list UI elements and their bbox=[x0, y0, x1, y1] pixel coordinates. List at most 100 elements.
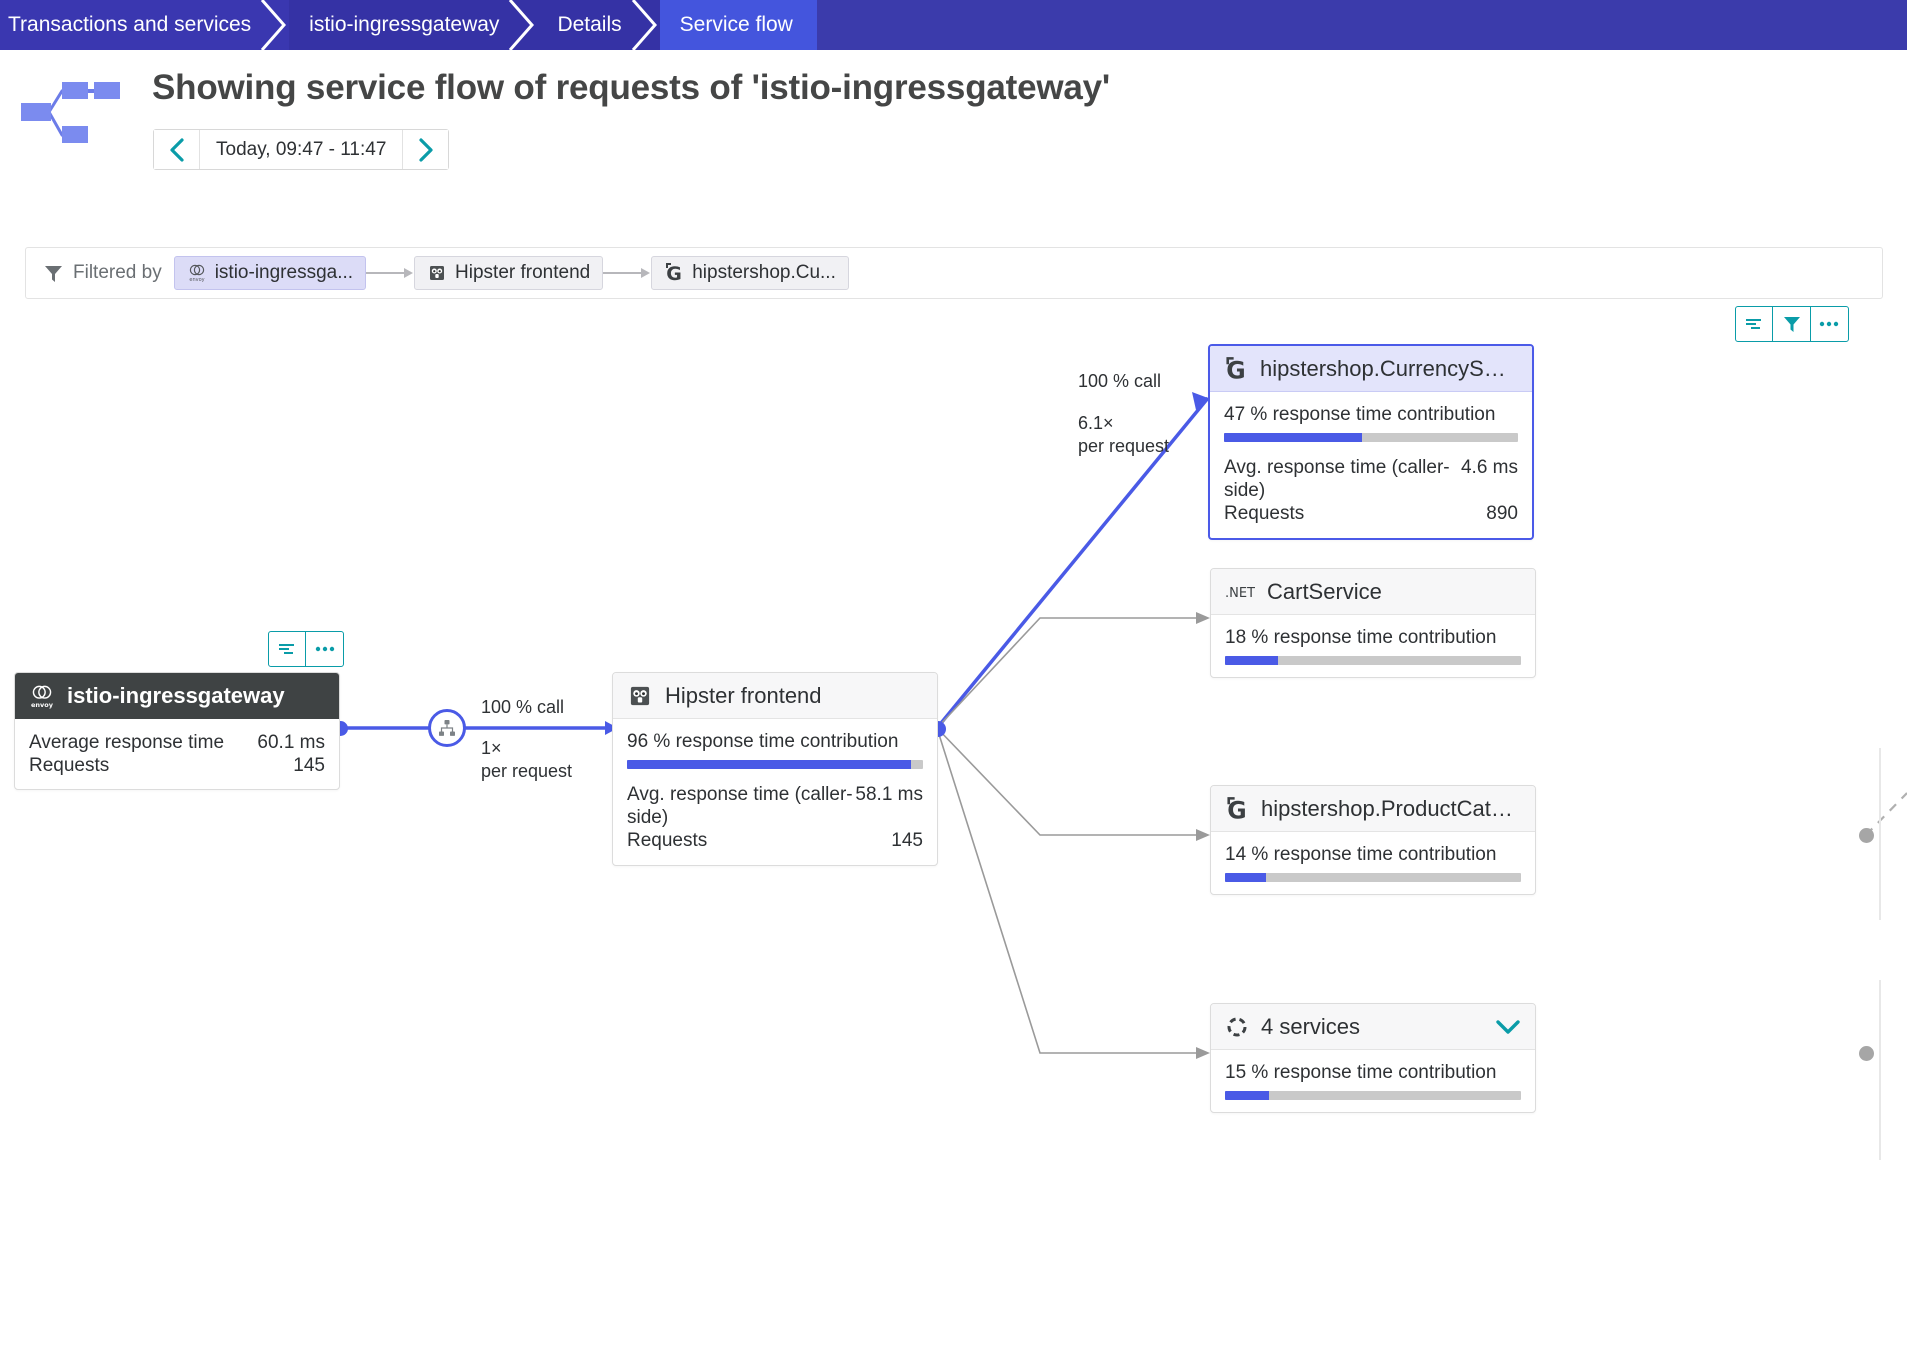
grpc-icon: G bbox=[664, 262, 684, 284]
metric-label: Requests bbox=[627, 829, 707, 852]
time-range-picker: Today, 09:47 - 11:47 bbox=[153, 129, 449, 170]
node-header[interactable]: G hipstershop.CurrencySer... bbox=[1210, 346, 1532, 392]
node-title: hipstershop.CurrencySer... bbox=[1260, 356, 1518, 382]
node-toolbar-currency bbox=[1735, 306, 1849, 342]
analyze-icon[interactable] bbox=[1736, 307, 1773, 341]
metric-value: 145 bbox=[891, 829, 923, 852]
time-prev-button[interactable] bbox=[154, 130, 199, 169]
contribution-bar bbox=[1225, 873, 1521, 882]
edge-call-label-istio-frontend: 100 % call bbox=[481, 696, 564, 719]
node-header[interactable]: .NET CartService bbox=[1211, 569, 1535, 615]
metric-row: Requests 145 bbox=[29, 754, 325, 777]
metric-row: Avg. response time (caller-side) 58.1 ms bbox=[627, 783, 923, 829]
filter-chip-label: istio-ingressga... bbox=[215, 262, 353, 284]
contribution-label: 15 % response time contribution bbox=[1225, 1062, 1521, 1084]
node-header[interactable]: 4 services bbox=[1211, 1004, 1535, 1050]
breadcrumb-item-details[interactable]: Details bbox=[537, 0, 659, 50]
node-toolbar-istio bbox=[268, 631, 344, 667]
breadcrumb-item-istio-ingressgateway[interactable]: istio-ingressgateway bbox=[289, 0, 537, 50]
gopher-icon bbox=[427, 263, 447, 283]
node-title: CartService bbox=[1267, 579, 1382, 605]
node-hipstershop-currencyservice[interactable]: G hipstershop.CurrencySer... 47 % respon… bbox=[1208, 344, 1534, 540]
filter-bar: Filtered by envoy istio-ingressga... bbox=[25, 247, 1883, 299]
node-metrics: Avg. response time (caller-side) 4.6 ms … bbox=[1224, 456, 1518, 526]
edge-rate-value: 6.1× bbox=[1078, 412, 1169, 435]
metric-label: Avg. response time (caller-side) bbox=[627, 783, 855, 829]
metric-row: Requests 145 bbox=[627, 829, 923, 852]
breadcrumb-label: Service flow bbox=[680, 13, 793, 37]
breadcrumb-item-service-flow[interactable]: Service flow bbox=[660, 0, 817, 50]
svg-text:G: G bbox=[1226, 356, 1245, 382]
metric-value: 4.6 ms bbox=[1461, 456, 1518, 502]
connector-dot-product-out bbox=[1859, 828, 1874, 843]
metric-value: 58.1 ms bbox=[855, 783, 923, 829]
metric-label: Requests bbox=[29, 754, 109, 777]
breadcrumb-item-transactions[interactable]: Transactions and services bbox=[0, 0, 289, 50]
grpc-icon: G bbox=[1225, 796, 1249, 822]
contribution-label: 47 % response time contribution bbox=[1224, 404, 1518, 426]
contribution-bar bbox=[1225, 656, 1521, 665]
edge-call-label-frontend-currency: 100 % call bbox=[1078, 370, 1161, 393]
node-cartservice[interactable]: .NET CartService 18 % response time cont… bbox=[1210, 568, 1536, 678]
grpc-icon: G bbox=[1224, 356, 1248, 382]
contribution-bar bbox=[627, 760, 923, 769]
metric-label: Avg. response time (caller-side) bbox=[1224, 456, 1461, 502]
node-body: 14 % response time contribution bbox=[1211, 832, 1535, 894]
edge-rate-value: 1× bbox=[481, 737, 572, 760]
metric-label: Requests bbox=[1224, 502, 1304, 525]
filter-chip-label: Hipster frontend bbox=[455, 262, 590, 284]
node-metrics: Average response time 60.1 ms Requests 1… bbox=[29, 731, 325, 777]
node-hipstershop-productcatalogservice[interactable]: G hipstershop.ProductCatalo... 14 % resp… bbox=[1210, 785, 1536, 895]
filter-icon[interactable] bbox=[1773, 307, 1810, 341]
edge-rate-label-istio-frontend: 1× per request bbox=[481, 737, 572, 782]
time-next-button[interactable] bbox=[403, 130, 448, 169]
chevron-down-icon[interactable] bbox=[1495, 1019, 1521, 1035]
node-header[interactable]: G hipstershop.ProductCatalo... bbox=[1211, 786, 1535, 832]
node-hipster-frontend[interactable]: Hipster frontend 96 % response time cont… bbox=[612, 672, 938, 866]
funnel-icon bbox=[44, 264, 63, 283]
node-header[interactable]: envoy istio-ingressgateway bbox=[15, 673, 339, 719]
more-icon[interactable] bbox=[1811, 307, 1848, 341]
filter-chip-hipstershop-currency[interactable]: G hipstershop.Cu... bbox=[651, 256, 849, 290]
breadcrumb-label: Transactions and services bbox=[8, 13, 251, 37]
breadcrumb-separator-icon bbox=[260, 0, 290, 50]
services-group-icon bbox=[1225, 1015, 1249, 1039]
chevron-left-icon bbox=[168, 137, 186, 163]
breadcrumb-label: istio-ingressgateway bbox=[309, 13, 499, 37]
metric-label: Average response time bbox=[29, 731, 224, 754]
contribution-bar bbox=[1224, 433, 1518, 442]
more-icon[interactable] bbox=[306, 632, 343, 666]
filter-chip-label: hipstershop.Cu... bbox=[692, 262, 836, 284]
node-body: Average response time 60.1 ms Requests 1… bbox=[15, 719, 339, 789]
filter-chip-hipster-frontend[interactable]: Hipster frontend bbox=[414, 256, 603, 290]
contribution-label: 14 % response time contribution bbox=[1225, 844, 1521, 866]
breadcrumb: Transactions and services istio-ingressg… bbox=[0, 0, 1907, 50]
node-istio-ingressgateway[interactable]: envoy istio-ingressgateway Average respo… bbox=[14, 672, 340, 790]
node-body: 47 % response time contribution Avg. res… bbox=[1210, 392, 1532, 538]
edge-rate-label-frontend-currency: 6.1× per request bbox=[1078, 412, 1169, 457]
filter-chain-arrow-icon bbox=[366, 267, 414, 279]
node-title: Hipster frontend bbox=[665, 683, 822, 709]
node-body: 15 % response time contribution bbox=[1211, 1050, 1535, 1112]
node-header[interactable]: Hipster frontend bbox=[613, 673, 937, 719]
metric-value: 145 bbox=[293, 754, 325, 777]
metric-row: Avg. response time (caller-side) 4.6 ms bbox=[1224, 456, 1518, 502]
svg-text:envoy: envoy bbox=[31, 701, 54, 709]
edge-rate-sub: per request bbox=[481, 760, 572, 783]
metric-row: Average response time 60.1 ms bbox=[29, 731, 325, 754]
filter-chip-istio-ingressgateway[interactable]: envoy istio-ingressga... bbox=[174, 256, 366, 290]
analyze-icon[interactable] bbox=[269, 632, 306, 666]
metric-value: 60.1 ms bbox=[257, 731, 325, 754]
edge-rate-sub: per request bbox=[1078, 435, 1169, 458]
page-title: Showing service flow of requests of 'ist… bbox=[152, 68, 1110, 108]
node-services-group[interactable]: 4 services 15 % response time contributi… bbox=[1210, 1003, 1536, 1113]
connector-dot-services-out bbox=[1859, 1046, 1874, 1061]
node-body: 96 % response time contribution Avg. res… bbox=[613, 719, 937, 865]
time-range-label[interactable]: Today, 09:47 - 11:47 bbox=[199, 130, 403, 169]
envoy-icon: envoy bbox=[187, 263, 207, 283]
breadcrumb-label: Details bbox=[557, 13, 621, 37]
service-flow-glyph-icon bbox=[16, 72, 126, 152]
node-metrics: Avg. response time (caller-side) 58.1 ms… bbox=[627, 783, 923, 853]
metric-value: 890 bbox=[1486, 502, 1518, 525]
edge-hub-icon[interactable] bbox=[428, 709, 466, 747]
